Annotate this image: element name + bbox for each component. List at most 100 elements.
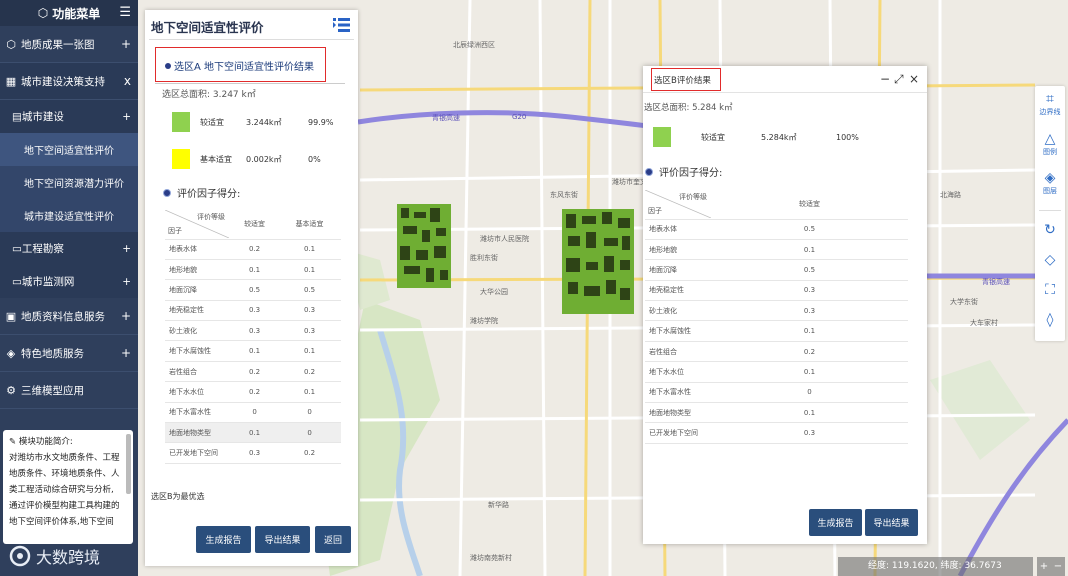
eraser-tool[interactable]: ◊ [1035, 312, 1065, 328]
cube-icon: ⬡ [6, 37, 16, 51]
module-intro: ✎ 模块功能简介: 对潍坊市水文地质条件、工程 地质条件、环境地质条件、人 类工… [3, 430, 133, 544]
expand-icon[interactable]: + [122, 111, 131, 123]
export-results-button[interactable]: 导出结果 [865, 509, 918, 536]
table-row[interactable]: 地壳稳定性 0.3 [645, 280, 908, 302]
legend-value: 3.244k㎡ [246, 117, 282, 127]
intro-title: ✎ 模块功能简介: [9, 437, 73, 447]
table-row[interactable]: 地面沉降 0.5 0.5 [165, 279, 341, 301]
back-button[interactable]: 返回 [315, 526, 351, 553]
generate-report-button[interactable]: 生成报告 [196, 526, 251, 553]
menu-item-special-service[interactable]: ◈ 特色地质服务 + [0, 335, 138, 372]
logo-icon [9, 545, 31, 567]
menu-item-geo-results[interactable]: ⬡ 地质成果一张图 + [0, 26, 138, 63]
table-row[interactable]: 地下水富水性 0 [645, 382, 908, 404]
legend-percent: 100% [836, 132, 859, 142]
table-header-row: 评价等级 因子 较适宜 基本适宜 [165, 209, 341, 240]
score-cell: 0.3 [231, 442, 279, 464]
score-cell: 0.2 [278, 361, 341, 383]
table-row[interactable]: 岩性组合 0.2 [645, 341, 908, 363]
export-results-button[interactable]: 导出结果 [255, 526, 310, 553]
factor-name-cell: 已开发地下空间 [165, 442, 231, 464]
score-cell: 0 [711, 382, 908, 404]
table-row[interactable]: 地壳稳定性 0.3 0.3 [165, 300, 341, 322]
boundary-tool[interactable]: ⌗ 边界线 [1035, 91, 1065, 117]
table-row[interactable]: 地面沉降 0.5 [645, 259, 908, 281]
submenu-engineering[interactable]: ▭ 工程勘察 + [0, 232, 138, 265]
score-cell: 0 [278, 402, 341, 424]
map-label: 胜利东街 [470, 254, 498, 262]
submenu-item-underground-suitability[interactable]: 地下空间适宜性评价 [0, 133, 138, 166]
minimize-icon[interactable]: − [880, 72, 890, 86]
map-label: 北辰绿洲西区 [453, 41, 495, 49]
table-row[interactable]: 地下水腐蚀性 0.1 0.1 [165, 340, 341, 362]
expand-icon[interactable]: + [122, 276, 131, 288]
close-icon[interactable]: × [909, 72, 919, 86]
expand-icon[interactable]: + [121, 37, 131, 51]
table-row[interactable]: 地形地貌 0.1 0.1 [165, 259, 341, 281]
monitor-icon: ▭ [12, 275, 22, 288]
submenu-item-construction-suitability[interactable]: 城市建设适宜性评价 [0, 199, 138, 232]
close-icon[interactable]: x [124, 74, 131, 88]
menu-item-city-decision[interactable]: ▦ 城市建设决策支持 x [0, 63, 138, 100]
map-label: 大车家村 [970, 319, 998, 327]
factor-name-cell: 岩性组合 [165, 361, 231, 383]
submenu-city-build[interactable]: ▤ 城市建设 + [0, 100, 138, 133]
selection-a[interactable] [397, 204, 451, 288]
table-row[interactable]: 地表水体 0.5 [645, 219, 908, 240]
table-row[interactable]: 岩性组合 0.2 0.2 [165, 361, 341, 383]
factor-name-cell: 地面地物类型 [645, 402, 711, 424]
table-row[interactable]: 砂土液化 0.3 [645, 300, 908, 322]
legend-value: 5.284k㎡ [761, 132, 797, 142]
factor-name-cell: 地形地貌 [165, 259, 231, 281]
table-row[interactable]: 地下水水位 0.2 0.1 [165, 381, 341, 403]
table-row[interactable]: 地下水腐蚀性 0.1 [645, 320, 908, 342]
table-row[interactable]: 砂土液化 0.3 0.3 [165, 320, 341, 342]
pencil-icon: ✎ [9, 437, 19, 447]
table-row[interactable]: 地下水富水性 0 0 [165, 402, 341, 424]
table-row[interactable]: 已开发地下空间 0.3 0.2 [165, 442, 341, 464]
table-row[interactable]: 地面地物类型 0.1 0 [165, 422, 341, 444]
table-row[interactable]: 地表水体 0.2 0.1 [165, 239, 341, 260]
zoom-in-button[interactable]: + [1040, 561, 1048, 572]
submenu-item-resource-potential[interactable]: 地下空间资源潜力评价 [0, 166, 138, 199]
table-header-row: 评价等级 因子 较适宜 [645, 189, 908, 220]
score-cell: 0.1 [278, 259, 341, 281]
legend-row: 较适宜 5.284k㎡ 100% [653, 127, 859, 147]
map-label: 东风东街 [550, 191, 578, 199]
menu-item-geo-info[interactable]: ▣ 地质资料信息服务 + [0, 298, 138, 335]
legend-tool[interactable]: △ 图例 [1035, 131, 1065, 157]
layers-tool[interactable]: ◈ 图层 [1035, 170, 1065, 196]
factor-name-cell: 已开发地下空间 [645, 422, 711, 444]
menu-item-label: 城市建设决策支持 [21, 75, 105, 88]
submenu-label: 城市监测网 [21, 276, 75, 288]
map-label: 大华公园 [480, 288, 508, 296]
submenu-monitoring[interactable]: ▭ 城市监测网 + [0, 265, 138, 298]
factor-name-cell: 岩性组合 [645, 341, 711, 363]
expand-icon[interactable]: + [121, 309, 131, 323]
generate-report-button[interactable]: 生成报告 [809, 509, 862, 536]
refresh-tool[interactable]: ↻ [1035, 222, 1065, 238]
score-cell: 0.3 [278, 320, 341, 342]
table-row[interactable]: 地形地貌 0.1 [645, 239, 908, 261]
table-row[interactable]: 地面地物类型 0.1 [645, 402, 908, 424]
polygon-tool[interactable]: ◇ [1035, 252, 1065, 268]
scrollbar[interactable] [126, 434, 131, 494]
list-menu-icon[interactable] [333, 18, 350, 32]
layers-icon: ◈ [1044, 170, 1056, 186]
intro-line: 对潍坊市水文地质条件、工程 [9, 453, 120, 463]
selection-b[interactable] [562, 209, 634, 314]
menu-item-3d-model[interactable]: ⚙ 三维模型应用 [0, 372, 138, 409]
maximize-icon[interactable]: ⤢ [894, 72, 904, 87]
fullscreen-tool[interactable]: ⛶ [1035, 282, 1065, 298]
hamburger-icon[interactable]: ☰ [119, 5, 131, 20]
table-row[interactable]: 地下水水位 0.1 [645, 361, 908, 383]
table-row[interactable]: 已开发地下空间 0.3 [645, 422, 908, 444]
factor-name-cell: 地面沉降 [165, 279, 231, 301]
expand-icon[interactable]: + [122, 243, 131, 255]
divider [149, 39, 354, 40]
expand-icon[interactable]: + [121, 346, 131, 360]
score-cell: 0.2 [231, 361, 279, 383]
intro-line: 类工程活动综合研究与分析, [9, 485, 114, 495]
factor-name-cell: 地表水体 [645, 219, 711, 240]
zoom-out-button[interactable]: − [1054, 561, 1062, 572]
